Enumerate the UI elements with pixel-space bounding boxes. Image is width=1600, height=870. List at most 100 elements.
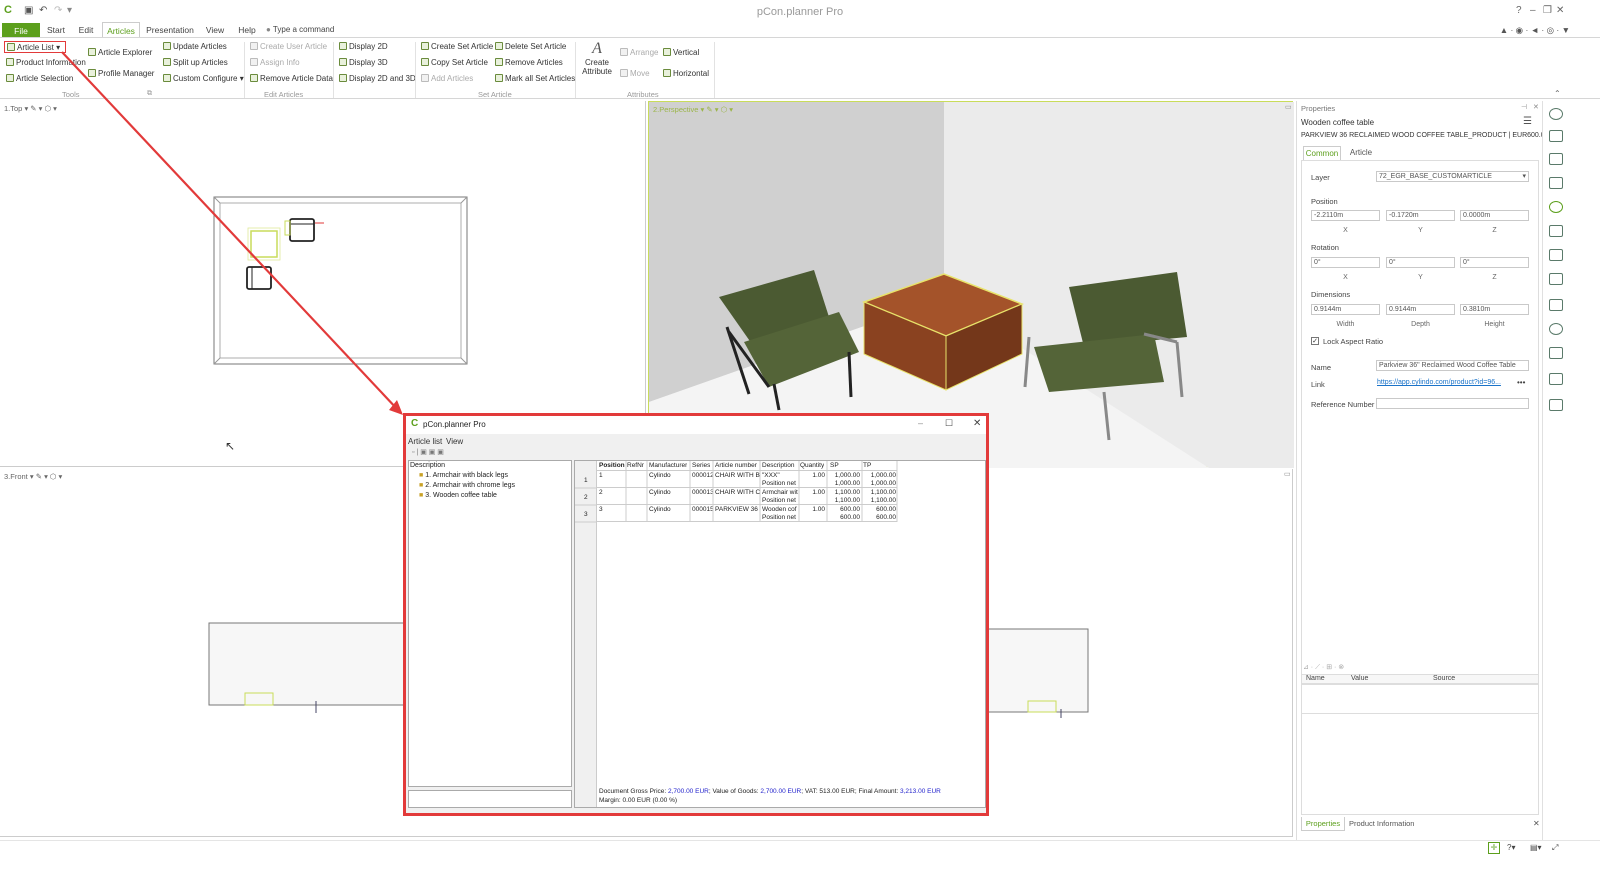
- height-input[interactable]: 0.3810m: [1460, 304, 1529, 315]
- move-button[interactable]: Move: [620, 68, 650, 80]
- coffee-table-topview[interactable]: [250, 230, 278, 258]
- command-search[interactable]: ● Type a command: [266, 22, 338, 38]
- image-icon[interactable]: [1549, 373, 1563, 385]
- article-selection-button[interactable]: Article Selection: [6, 73, 73, 85]
- tab-common[interactable]: Common: [1303, 146, 1341, 160]
- light-icon[interactable]: [1549, 323, 1563, 335]
- position-x-input[interactable]: -2.2110m: [1311, 210, 1380, 221]
- tree-item-label: 2. Armchair with chrome legs: [425, 482, 516, 489]
- width-input[interactable]: 0.9144m: [1311, 304, 1380, 315]
- property-table-body: [1301, 684, 1539, 815]
- product-link[interactable]: https://app.cylindo.com/product?id=96...: [1377, 379, 1501, 386]
- fullscreen-icon[interactable]: ⤢: [1552, 843, 1558, 853]
- display-3d-button[interactable]: Display 3D: [339, 57, 388, 69]
- maximize-viewport-icon[interactable]: ▭: [1284, 470, 1291, 478]
- dialog-menu-view[interactable]: View: [446, 437, 463, 446]
- position-z-input[interactable]: 0.0000m: [1460, 210, 1529, 221]
- dialog-toolbar-icons[interactable]: ▫ | ▣ ▣ ▣: [412, 448, 444, 456]
- tab-start[interactable]: Start: [44, 22, 68, 38]
- arrange-button[interactable]: Arrange: [620, 47, 658, 59]
- armchair-1-topview[interactable]: [289, 218, 315, 242]
- split-articles-button[interactable]: Split up Articles: [163, 57, 228, 69]
- display-2d-3d-button[interactable]: Display 2D and 3D: [339, 73, 416, 85]
- axis-y-label: Y: [1418, 274, 1423, 281]
- article-explorer-button[interactable]: Article Explorer: [88, 47, 152, 59]
- article-list-button[interactable]: Article List ▾: [4, 41, 66, 53]
- pin-icon[interactable]: ⊣: [1521, 103, 1527, 111]
- panel-close-icon[interactable]: ✕: [1533, 103, 1539, 111]
- close-bottom-panel-icon[interactable]: ✕: [1533, 819, 1540, 828]
- tab-properties-bottom[interactable]: Properties: [1301, 817, 1345, 831]
- rotation-x-input[interactable]: 0°: [1311, 257, 1380, 268]
- custom-configure-button[interactable]: Custom Configure ▾: [163, 73, 244, 85]
- maximize-viewport-icon[interactable]: ▭: [1285, 103, 1292, 111]
- vertical-button[interactable]: Vertical: [663, 47, 699, 59]
- tab-product-information-bottom[interactable]: Product Information: [1349, 817, 1419, 831]
- depth-input[interactable]: 0.9144m: [1386, 304, 1455, 315]
- collapse-ribbon-icon[interactable]: ⌃: [1554, 89, 1561, 98]
- remove-articles-label: Remove Articles: [505, 58, 563, 67]
- rotation-z-input[interactable]: 0°: [1460, 257, 1529, 268]
- chart-icon[interactable]: [1549, 299, 1563, 311]
- delete-set-article-button[interactable]: Delete Set Article: [495, 41, 566, 53]
- layout-icon[interactable]: ▤▾: [1530, 843, 1542, 852]
- display-2d-button[interactable]: Display 2D: [339, 41, 388, 53]
- library-icon[interactable]: [1549, 273, 1563, 285]
- menu-icon[interactable]: ☰: [1523, 116, 1532, 127]
- tab-presentation[interactable]: Presentation: [146, 22, 194, 38]
- copy-set-article-button[interactable]: Copy Set Article: [421, 57, 488, 69]
- close-button[interactable]: ✕: [1556, 5, 1564, 16]
- profile-manager-button[interactable]: Profile Manager: [88, 68, 154, 80]
- create-set-article-button[interactable]: Create Set Article: [421, 41, 493, 53]
- product-information-button[interactable]: Product Information: [6, 57, 86, 69]
- dialog-maximize-button[interactable]: ☐: [945, 418, 953, 429]
- help-icon[interactable]: ?: [1516, 5, 1522, 16]
- snap-icon[interactable]: ✛: [1488, 842, 1500, 854]
- tree-item[interactable]: ■ 2. Armchair with chrome legs: [419, 482, 515, 489]
- tree-input[interactable]: [408, 790, 572, 808]
- more-icon[interactable]: •••: [1517, 378, 1525, 387]
- tab-file[interactable]: File: [2, 23, 40, 38]
- position-y-input[interactable]: -0.1720m: [1386, 210, 1455, 221]
- property-toolbar-icons[interactable]: ⊿ · ⟋ · ⊞ · ⊗: [1303, 663, 1344, 672]
- dialog-menu-article-list[interactable]: Article list: [408, 437, 442, 446]
- cylindo-icon[interactable]: [1549, 201, 1563, 213]
- name-input[interactable]: Parkview 36" Reclaimed Wood Coffee Table: [1376, 360, 1529, 371]
- tab-articles[interactable]: Articles: [102, 22, 140, 38]
- search-catalog-icon[interactable]: [1549, 130, 1563, 142]
- remove-articles-button[interactable]: Remove Articles: [495, 57, 563, 69]
- tab-help[interactable]: Help: [234, 22, 260, 38]
- dialog-close-button[interactable]: ✕: [973, 418, 981, 429]
- layers-icon[interactable]: [1549, 249, 1563, 261]
- tree-item[interactable]: ■ 3. Wooden coffee table: [419, 492, 497, 499]
- lock-aspect-checkbox[interactable]: ✓: [1311, 337, 1319, 345]
- reference-number-input[interactable]: [1376, 398, 1529, 409]
- account-icons[interactable]: ▲ · ◉ · ◄ · ◎ · ▼: [1480, 22, 1570, 38]
- tab-edit[interactable]: Edit: [74, 22, 98, 38]
- catalog-icon[interactable]: [1549, 108, 1563, 120]
- minimize-button[interactable]: –: [1530, 5, 1536, 16]
- remove-article-data-button[interactable]: Remove Article Data: [250, 73, 333, 85]
- restore-button[interactable]: ❐: [1543, 5, 1552, 16]
- brush-icon[interactable]: [1549, 347, 1563, 359]
- mark-all-set-articles-button[interactable]: Mark all Set Articles: [495, 73, 575, 85]
- briefcase-icon[interactable]: [1549, 225, 1563, 237]
- tab-article[interactable]: Article: [1345, 146, 1377, 160]
- assign-info-button[interactable]: Assign Info: [250, 57, 300, 69]
- armchair-2-topview[interactable]: [246, 266, 272, 290]
- tab-view[interactable]: View: [202, 22, 228, 38]
- document-icon[interactable]: [1549, 177, 1563, 189]
- dialog-minimize-button[interactable]: –: [918, 418, 923, 428]
- storage-icon[interactable]: [1549, 399, 1563, 411]
- create-user-article-button[interactable]: Create User Article: [250, 41, 327, 53]
- group-launcher-icon[interactable]: ⧉: [147, 90, 152, 98]
- add-articles-button[interactable]: Add Articles: [421, 73, 473, 85]
- layer-select[interactable]: 72_EGR_BASE_CUSTOMARTICLE ▾: [1376, 171, 1529, 182]
- help-status-icon[interactable]: ?▾: [1507, 843, 1515, 852]
- create-attribute-button[interactable]: A Create Attribute: [580, 40, 614, 88]
- rotation-y-input[interactable]: 0°: [1386, 257, 1455, 268]
- tree-item[interactable]: ■ 1. Armchair with black legs: [419, 472, 508, 479]
- articles-icon[interactable]: [1549, 153, 1563, 165]
- update-articles-button[interactable]: Update Articles: [163, 41, 227, 53]
- horizontal-button[interactable]: Horizontal: [663, 68, 709, 80]
